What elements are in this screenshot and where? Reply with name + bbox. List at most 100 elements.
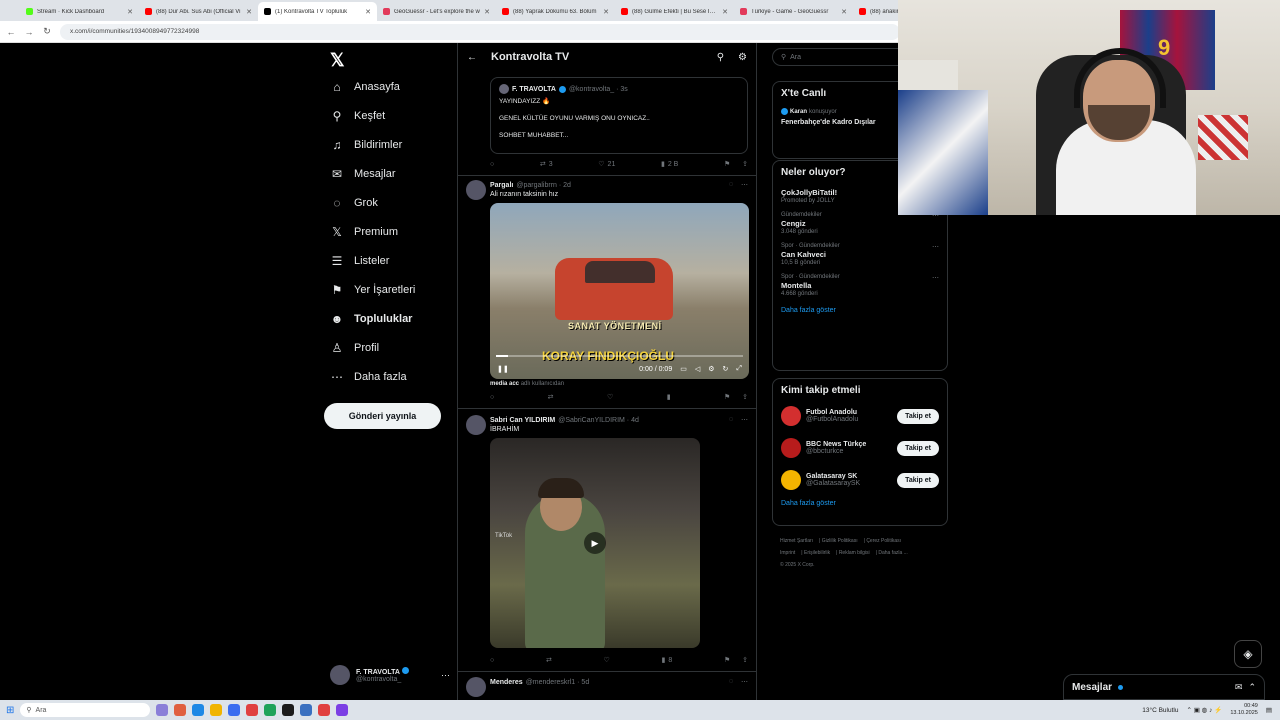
footer-link[interactable]: Imprint <box>780 550 795 556</box>
grok-icon[interactable]: ◌ <box>729 678 733 686</box>
forward-arrow-icon[interactable]: → <box>24 27 34 37</box>
grok-icon[interactable]: ◌ <box>729 416 733 424</box>
like-icon[interactable]: ♡ <box>607 393 613 401</box>
search-icon[interactable]: ⚲ <box>717 52 724 63</box>
like-icon[interactable]: ♡ <box>604 656 610 664</box>
quoted-post[interactable]: F. TRAVOLTA @kontravolta_ · 3s YAYINDAYI… <box>490 77 748 154</box>
like-button[interactable]: ♡ 21 <box>598 160 615 169</box>
browser-tab[interactable]: Stream · Kick Dashboard ✕ <box>20 2 139 21</box>
close-tab-icon[interactable]: ✕ <box>722 8 728 16</box>
follow-button[interactable]: Takip et <box>897 408 939 424</box>
footer-link[interactable]: Gizlilik Politikası <box>822 538 858 544</box>
browser-tab[interactable]: (88) Yaprak Dökümü 63. Bölüm ✕ <box>496 2 615 21</box>
live-topic[interactable]: Fenerbahçe'de Kadro Dışılar <box>781 118 892 128</box>
messages-dock[interactable]: Mesajlar ✉ ⌃ <box>1063 674 1265 700</box>
more-icon[interactable]: ⋯ <box>741 181 748 189</box>
trend-item[interactable]: Spor · Gündemdekiler Can Kahveci 10,5 B gö… <box>781 243 939 266</box>
share-icon[interactable]: ⇪ <box>742 160 748 168</box>
more-icon[interactable]: ⋯ <box>741 416 748 424</box>
chrome-icon[interactable] <box>318 704 331 716</box>
play-icon[interactable]: ▶ <box>584 532 606 554</box>
clock[interactable]: 00:49 13.10.2025 <box>1230 703 1258 717</box>
close-tab-icon[interactable]: ✕ <box>603 8 609 16</box>
follow-suggestion[interactable]: BBC News Türkçe @bbcturkce Takip et <box>781 436 939 460</box>
new-message-icon[interactable]: ✉ <box>1235 682 1243 693</box>
weather[interactable]: 13°C Bulutlu <box>1142 707 1178 714</box>
nav-item-ke-fet[interactable]: ⚲ Keşfet <box>330 109 386 123</box>
chrome-icon[interactable] <box>246 704 259 716</box>
browser-tab[interactable]: GeoGuessr - Let's explore the w ✕ <box>377 2 496 21</box>
live-host[interactable]: Karan konuşuyor <box>781 108 892 115</box>
explorer-icon[interactable] <box>210 704 223 716</box>
browser-tab[interactable]: (88) Dur Abi. Sus Abi (Official Vi ✕ <box>139 2 258 21</box>
more-icon[interactable]: ⋯ <box>441 670 450 681</box>
follow-suggestion[interactable]: Futbol Anadolu @FutbolAnadolu Takip et <box>781 404 939 428</box>
bookmark-icon[interactable]: ⚑ <box>724 656 730 664</box>
browser-tab[interactable]: (88) Gülme Efekti | Bu Sese İnan ✕ <box>615 2 734 21</box>
app-icon[interactable] <box>174 704 187 716</box>
show-more-link[interactable]: Daha fazla göster <box>781 500 939 507</box>
nav-item-premium[interactable]: 𝕏 Premium <box>330 225 398 239</box>
loop-icon[interactable]: ↻ <box>723 365 729 373</box>
reply-icon[interactable]: ○ <box>490 657 494 664</box>
views-button[interactable]: ▮ 8 <box>662 656 673 665</box>
settings-icon[interactable]: ⚙ <box>708 365 714 373</box>
more-icon[interactable]: ⋯ <box>741 678 748 686</box>
nav-item-profil[interactable]: ♙ Profil <box>330 341 379 355</box>
nav-item-topluluklar[interactable]: ☻ Topluluklar <box>330 312 413 326</box>
repost-icon[interactable]: ⇄ <box>548 393 554 401</box>
reply-icon[interactable]: ○ <box>490 161 494 168</box>
post[interactable]: Menderes @mendereskrl1 · 5d ◌ ⋯ <box>458 672 756 697</box>
nav-item-daha-fazla[interactable]: ⋯ Daha fazla <box>330 370 407 384</box>
footer-link[interactable]: Reklam bilgisi <box>839 550 870 556</box>
video-player[interactable]: SANAT YÖNETMENİ KORAY FINDIKÇIOĞLU ❚❚ 0:… <box>490 203 749 379</box>
nav-item-grok[interactable]: ◌ Grok <box>330 196 377 210</box>
show-more-link[interactable]: Daha fazla göster <box>781 307 939 314</box>
close-tab-icon[interactable]: ✕ <box>127 8 133 16</box>
fullscreen-icon[interactable]: ⤢ <box>736 365 742 373</box>
trend-item[interactable]: Gündemdekiler Cengiz 3.048 gönderi ⋯ <box>781 212 939 235</box>
app-icon[interactable] <box>282 704 295 716</box>
share-icon[interactable]: ⇪ <box>742 656 748 664</box>
captions-icon[interactable]: ▭ <box>680 365 687 373</box>
footer-link[interactable]: Çerez Politikası <box>866 538 901 544</box>
post[interactable]: Sabri Can YILDIRIM @SabriCanYILDIRIM · 4… <box>458 409 756 648</box>
nav-item-mesajlar[interactable]: ✉ Mesajlar <box>330 167 396 181</box>
app-icon[interactable] <box>264 704 277 716</box>
nav-item-bildirimler[interactable]: ♫ Bildirimler <box>330 138 403 152</box>
close-tab-icon[interactable]: ✕ <box>841 8 847 16</box>
reload-icon[interactable]: ↻ <box>42 26 52 37</box>
grok-icon[interactable]: ◈ <box>1234 640 1262 668</box>
start-icon[interactable]: ⊞ <box>6 705 14 716</box>
footer-link[interactable]: Erişilebilirlik <box>804 550 830 556</box>
search-input[interactable]: ⚲ Ara <box>772 48 900 66</box>
more-icon[interactable]: ⋯ <box>932 274 939 282</box>
taskbar-search[interactable]: ⚲ Ara <box>20 703 151 717</box>
volume-icon[interactable]: ◁ <box>695 365 700 373</box>
browser-tab[interactable]: Türkiye - Game - GeoGuessr ✕ <box>734 2 853 21</box>
app-icon[interactable] <box>336 704 349 716</box>
repost-icon[interactable]: ⇄ <box>546 656 552 664</box>
edge-icon[interactable] <box>192 704 205 716</box>
community-settings-icon[interactable]: ⚙ <box>738 52 747 63</box>
browser-tab[interactable]: (1) Kontravolta TV Topluluk ✕ <box>258 2 377 21</box>
chevron-up-icon[interactable]: ⌃ <box>1248 682 1256 693</box>
follow-suggestion[interactable]: Galatasaray SK @GalatasaraySK Takip et <box>781 468 939 492</box>
nav-item-anasayfa[interactable]: ⌂ Anasayfa <box>330 80 400 94</box>
task-view-icon[interactable] <box>156 704 169 716</box>
footer-link[interactable]: Daha fazla ... <box>878 550 907 556</box>
close-tab-icon[interactable]: ✕ <box>365 8 371 16</box>
tray-icons[interactable]: ⌃ ▣ ◍ ♪ ⚡ <box>1186 706 1222 714</box>
more-icon[interactable]: ⋯ <box>932 243 939 251</box>
browser-tab[interactable]: (88) anakin✕ <box>853 2 900 21</box>
bookmark-icon[interactable]: ⚑ <box>724 160 730 168</box>
repost-button[interactable]: ⇄ 3 <box>540 160 553 169</box>
post-button[interactable]: Gönderi yayınla <box>324 403 441 429</box>
views-button[interactable]: ▮ 2 B <box>661 160 678 169</box>
x-logo-icon[interactable]: 𝕏 <box>330 50 345 71</box>
video-progress-bar[interactable] <box>496 355 743 357</box>
app-icon[interactable] <box>300 704 313 716</box>
close-tab-icon[interactable]: ✕ <box>484 8 490 16</box>
footer-link[interactable]: Hizmet Şartları <box>780 538 813 544</box>
follow-button[interactable]: Takip et <box>897 440 939 456</box>
